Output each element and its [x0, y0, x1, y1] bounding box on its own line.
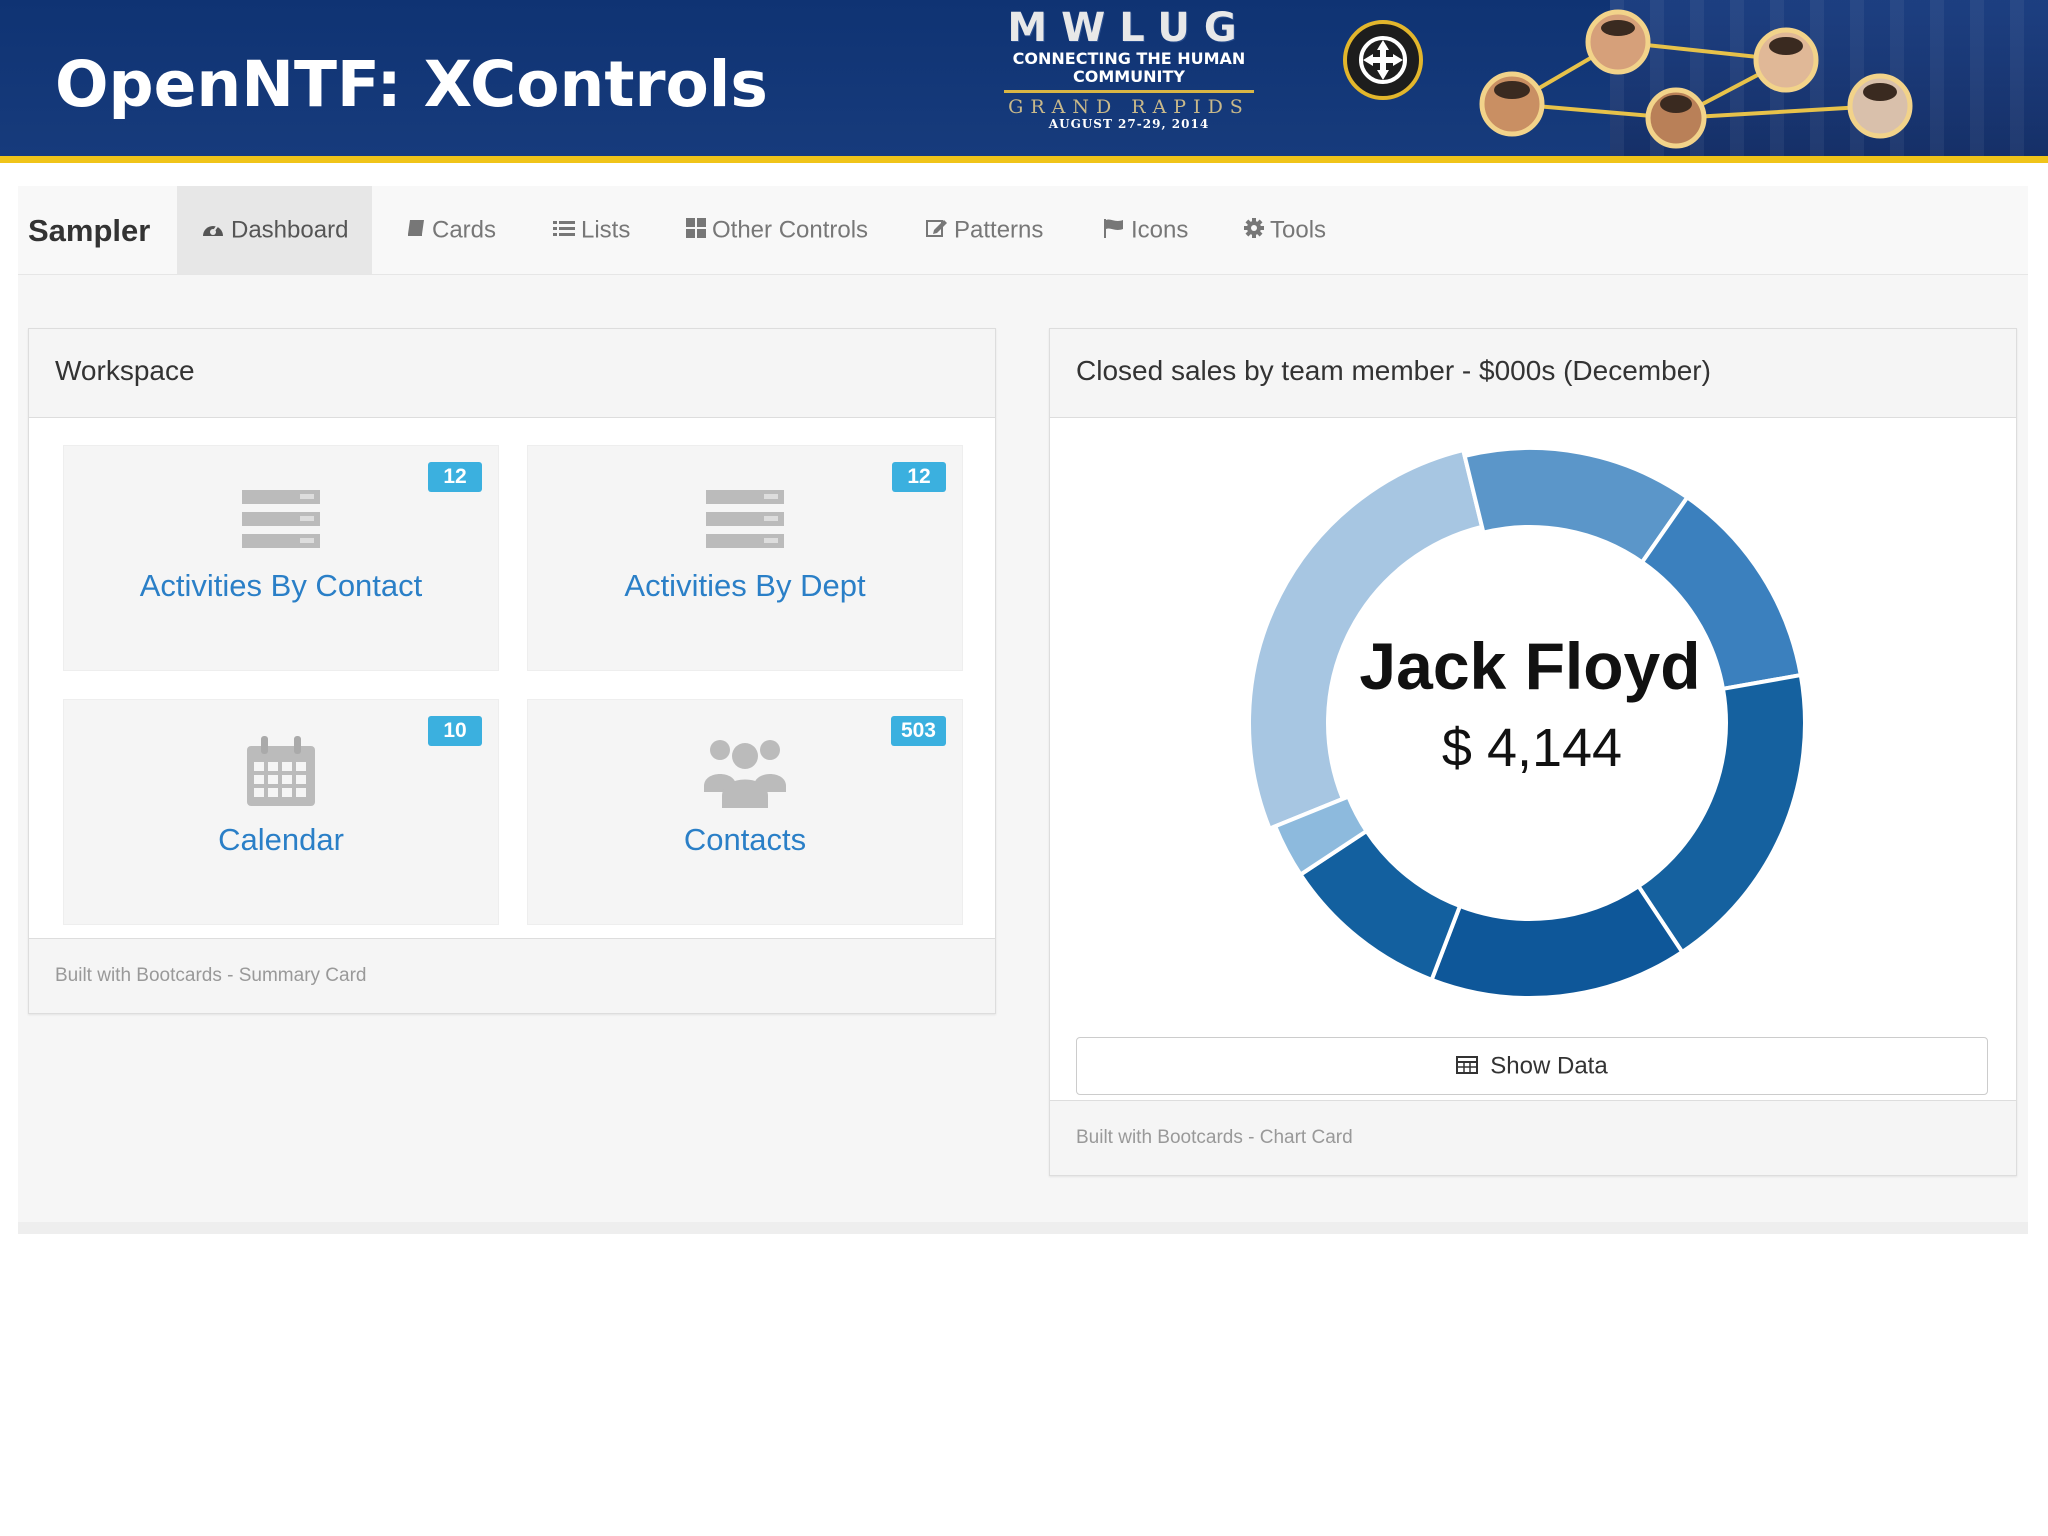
sampler-app: Sampler Dashboard Cards Lists Other Cont… [18, 186, 2028, 1234]
chart-card-heading: Closed sales by team member - $000s (Dec… [1050, 329, 2016, 418]
nav-lists[interactable]: Lists [553, 186, 630, 274]
workspace-card-heading: Workspace [29, 329, 995, 418]
chart-card-footer: Built with Bootcards - Chart Card [1050, 1100, 2016, 1175]
show-data-button[interactable]: Show Data [1076, 1037, 1988, 1095]
nav-dashboard-label: Dashboard [231, 216, 349, 244]
tile-contacts[interactable]: 503 Contacts [527, 699, 963, 925]
community-network-graphic [1479, 9, 1913, 149]
mwlug-tagline-2: COMMUNITY [1072, 67, 1186, 86]
nav-tools[interactable]: Tools [1244, 186, 1326, 274]
navbar-brand[interactable]: Sampler [28, 213, 150, 249]
flag-icon [1103, 187, 1125, 275]
mwlug-logo: MWLUG CONNECTING THE HUMAN COMMUNITY GRA… [1000, 6, 1258, 132]
nav-cards[interactable]: Cards [406, 186, 496, 274]
slide-title: OpenNTF: XControls [55, 48, 768, 121]
tile-label: Contacts [683, 822, 807, 857]
tile-activities-by-dept[interactable]: 12 Activities By Dept [527, 445, 963, 671]
mwlug-city: GRAND RAPIDS [1008, 96, 1250, 118]
mwlug-date: AUGUST 27-29, 2014 [1048, 117, 1210, 131]
grid-icon [686, 187, 706, 275]
nav-lists-label: Lists [581, 216, 631, 244]
nav-cards-label: Cards [432, 216, 497, 244]
show-data-label: Show Data [1490, 1052, 1608, 1080]
top-navbar: Sampler Dashboard Cards Lists Other Cont… [18, 186, 2028, 275]
nav-dashboard[interactable]: Dashboard [177, 186, 373, 275]
compass-icon [1343, 20, 1423, 100]
edit-icon [926, 187, 948, 275]
chart-card: Closed sales by team member - $000s (Dec… [1049, 328, 2017, 1176]
gear-icon [1244, 187, 1264, 275]
nav-patterns[interactable]: Patterns [926, 186, 1043, 274]
donut-center-name: Jack Floyd [1359, 629, 1700, 703]
tile-activities-by-contact[interactable]: 12 Activities By Contact [63, 445, 499, 671]
donut-slice[interactable] [1635, 672, 1807, 955]
mwlug-tagline-1: CONNECTING THE HUMAN [1012, 49, 1246, 68]
stack-icon [64, 488, 498, 552]
chart-footer-text: Built with Bootcards - Chart Card [1076, 1127, 1353, 1148]
stack-icon [528, 488, 962, 552]
donut-chart[interactable]: Jack Floyd $ 4,144 [1050, 418, 2014, 1010]
donut-center-value: $ 4,144 [1442, 718, 1622, 778]
tile-label: Activities By Dept [624, 568, 866, 603]
workspace-title: Workspace [55, 355, 195, 386]
list-icon [553, 187, 575, 275]
workspace-card-footer: Built with Bootcards - Summary Card [29, 938, 995, 1013]
tile-label: Activities By Contact [139, 568, 423, 603]
nav-icons-label: Icons [1131, 216, 1189, 244]
mwlug-logo-letters: MWLUG [1007, 5, 1251, 51]
nav-other-controls-label: Other Controls [712, 216, 869, 244]
nav-icons[interactable]: Icons [1103, 186, 1188, 274]
tile-calendar[interactable]: 10 Calendar [63, 699, 499, 925]
nav-patterns-label: Patterns [954, 216, 1044, 244]
donut-slice[interactable] [1429, 883, 1685, 1000]
slide-header-banner: OpenNTF: XControls MWLUG CONNECTING THE … [0, 0, 2048, 163]
nav-other-controls[interactable]: Other Controls [686, 186, 868, 274]
app-bottom-bar [18, 1222, 2028, 1234]
users-icon [528, 740, 962, 808]
workspace-footer-text: Built with Bootcards - Summary Card [55, 965, 367, 986]
workspace-card: Workspace 12 Activities By Contact 12 Ac… [28, 328, 996, 1014]
table-icon [1456, 1039, 1479, 1095]
dashboard-icon [201, 187, 225, 275]
calendar-icon [64, 736, 498, 806]
book-icon [406, 187, 426, 275]
mwlug-divider [1004, 90, 1254, 93]
chart-title: Closed sales by team member - $000s (Dec… [1076, 355, 1711, 386]
nav-tools-label: Tools [1270, 216, 1327, 244]
chart-body: Jack Floyd $ 4,144 [1050, 418, 2016, 1010]
tile-label: Calendar [218, 822, 344, 857]
